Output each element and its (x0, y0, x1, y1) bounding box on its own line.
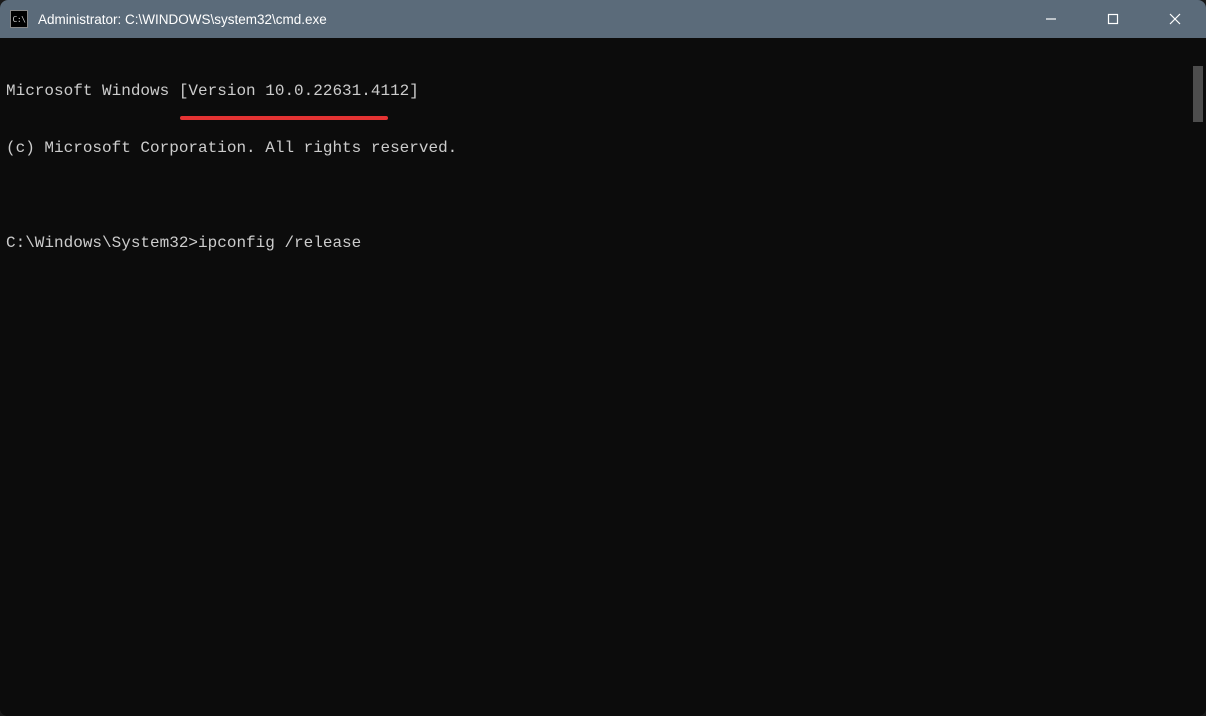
scrollbar-thumb[interactable] (1193, 66, 1203, 122)
terminal-output[interactable]: Microsoft Windows [Version 10.0.22631.41… (0, 38, 1190, 716)
close-button[interactable] (1144, 0, 1206, 38)
maximize-button[interactable] (1082, 0, 1144, 38)
annotation-underline (180, 116, 388, 120)
terminal-prompt-line: C:\Windows\System32>ipconfig /release (6, 234, 1184, 253)
titlebar[interactable]: C:\ Administrator: C:\WINDOWS\system32\c… (0, 0, 1206, 38)
cmd-app-icon: C:\ (10, 10, 28, 28)
window-title: Administrator: C:\WINDOWS\system32\cmd.e… (38, 12, 327, 27)
terminal-line: Microsoft Windows [Version 10.0.22631.41… (6, 82, 1184, 101)
window-controls (1020, 0, 1206, 38)
cmd-window: C:\ Administrator: C:\WINDOWS\system32\c… (0, 0, 1206, 716)
maximize-icon (1107, 13, 1119, 25)
content-wrapper: Microsoft Windows [Version 10.0.22631.41… (0, 38, 1206, 716)
minimize-icon (1045, 13, 1057, 25)
close-icon (1169, 13, 1181, 25)
terminal-line: (c) Microsoft Corporation. All rights re… (6, 139, 1184, 158)
scrollbar-track[interactable] (1190, 38, 1206, 716)
minimize-button[interactable] (1020, 0, 1082, 38)
